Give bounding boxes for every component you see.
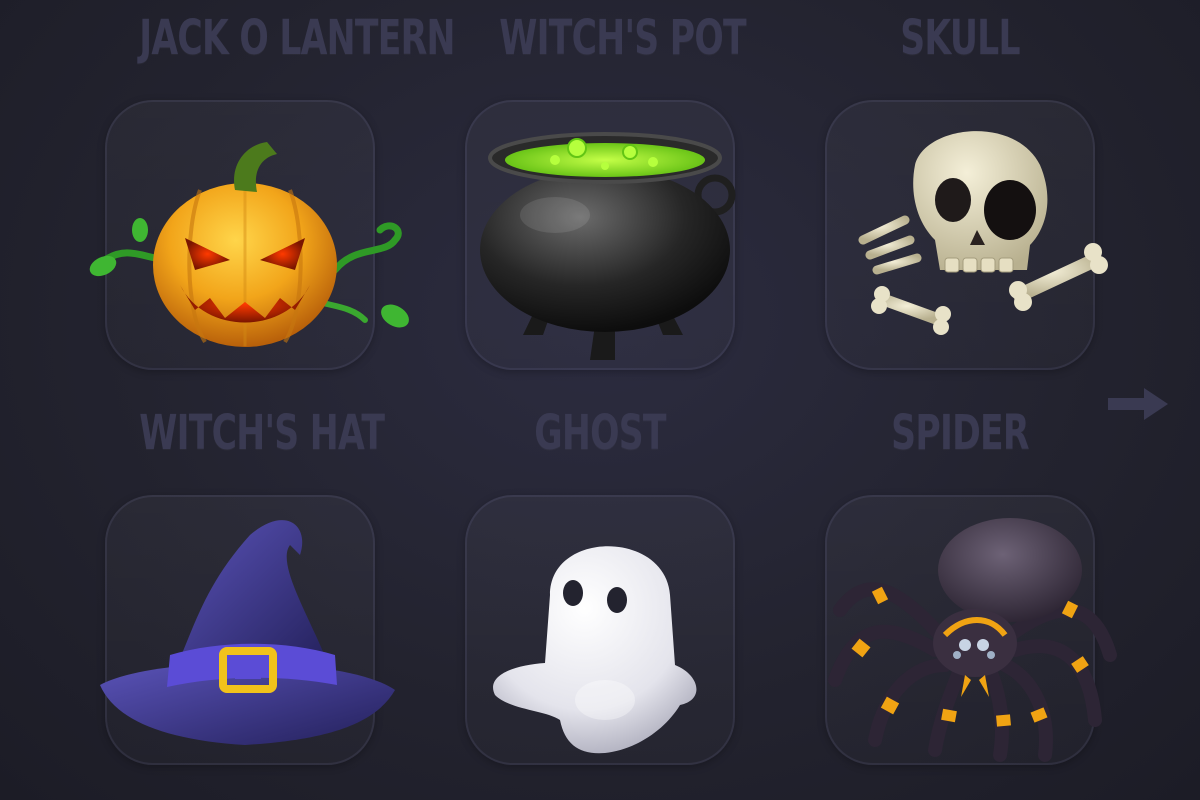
icon-card-witch-hat: WITCH'S HAT [100,395,395,775]
icon-label: SPIDER [891,405,1029,461]
icon-tile-ghost[interactable] [465,495,735,765]
next-arrow[interactable] [1106,386,1170,422]
icon-tile-skull[interactable] [825,100,1108,370]
icon-label: WITCH'S POT [499,10,746,66]
jack-o-lantern-icon [89,142,409,347]
spider-icon [828,518,1117,762]
icon-tile-witch-pot[interactable] [465,100,736,370]
halloween-icon-grid: JACK O LANTERN WITCH'S POT SKULL WITCH'S… [0,0,1200,800]
icon-tile-witch-hat[interactable] [100,495,395,765]
icon-label: SKULL [900,10,1020,66]
icon-card-jack-o-lantern: JACK O LANTERN [89,0,455,380]
icon-tile-spider[interactable] [825,495,1117,765]
arrow-right-icon [1108,388,1168,420]
icon-card-skull: SKULL [820,0,1108,380]
skull-icon [858,131,1108,335]
icon-card-witch-pot: WITCH'S POT [460,0,747,380]
icon-card-ghost: GHOST [460,395,740,775]
witch-hat-icon [100,520,395,745]
icon-label: GHOST [534,405,666,461]
icon-card-spider: SPIDER [820,395,1117,775]
icon-tile-jack-o-lantern[interactable] [89,100,409,370]
ghost-icon [493,546,697,754]
icon-label: JACK O LANTERN [139,10,455,66]
witch-pot-icon [480,132,736,360]
icon-label: WITCH'S HAT [139,405,385,461]
